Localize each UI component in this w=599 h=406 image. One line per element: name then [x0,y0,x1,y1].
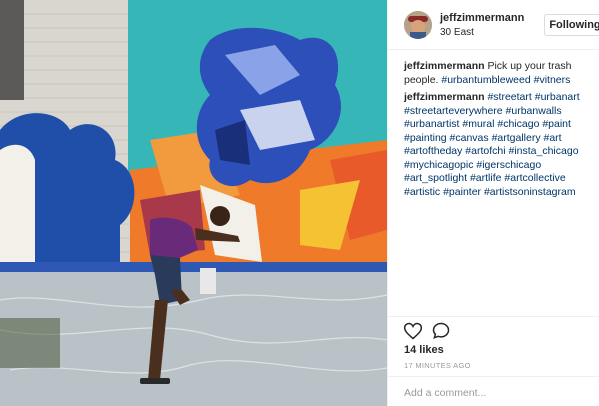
add-comment-bar [388,376,599,406]
comments-list: jeffzimmermann Pick up your trash people… [404,60,594,203]
add-comment-input[interactable] [404,385,584,401]
mural-photo-image [0,0,387,406]
post-location[interactable]: 30 East [440,27,474,38]
avatar-image [404,11,432,39]
post-header: jeffzimmermann 30 East Following [388,0,599,50]
mural-white-shape [0,144,35,270]
post-username[interactable]: jeffzimmermann [440,12,524,24]
likes-count[interactable]: 14 likes [404,344,444,356]
comment-username[interactable]: jeffzimmermann [404,91,485,103]
post-side-panel: jeffzimmermann 30 East Following jeffzim… [387,0,599,406]
post-timestamp: 17 MINUTES AGO [404,361,471,370]
caption-comment: jeffzimmermann Pick up your trash people… [404,60,594,87]
comment-username[interactable]: jeffzimmermann [404,60,485,72]
action-bar [388,316,599,342]
heart-outline-icon[interactable] [403,321,423,341]
comment-hashtags[interactable]: #streetart #urbanart #streetarteverywher… [404,91,580,198]
post-photo[interactable] [0,0,387,406]
comment-hashtags[interactable]: #urbantumbleweed #vitners [441,74,570,86]
window-dark [0,0,24,100]
hashtag-comment: jeffzimmermann #streetart #urbanart #str… [404,91,594,199]
plants [0,318,60,368]
following-button[interactable]: Following [544,14,599,36]
avatar[interactable] [404,11,432,39]
speech-bubble-icon[interactable] [431,321,451,341]
mural-base-blue [0,262,387,272]
